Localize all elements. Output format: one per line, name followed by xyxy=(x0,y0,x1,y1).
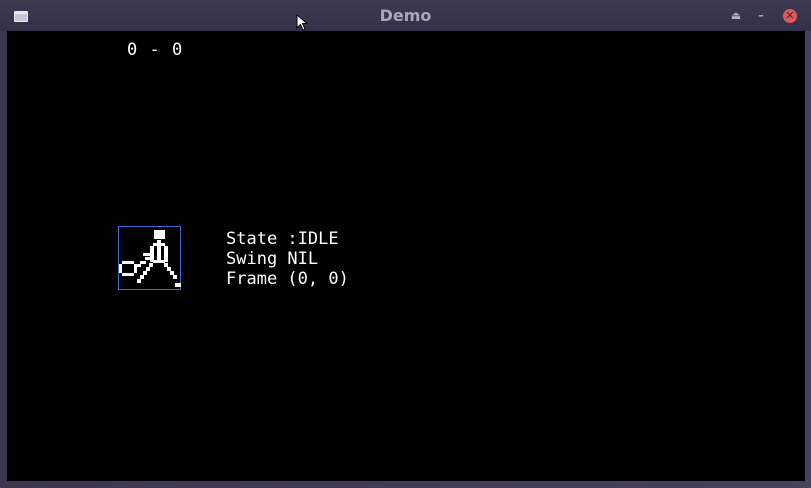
sprite-head xyxy=(154,230,165,239)
title-bar[interactable]: Demo ⏏ – ✕ xyxy=(0,0,811,31)
swing-text: Swing NIL xyxy=(226,249,319,269)
close-icon[interactable]: ✕ xyxy=(783,9,797,23)
tennis-player-sprite xyxy=(119,230,181,287)
shade-icon[interactable]: ⏏ xyxy=(729,9,743,23)
window-title: Demo xyxy=(379,6,432,25)
minimize-icon[interactable]: – xyxy=(754,9,768,23)
player-sprite-bbox xyxy=(118,226,181,290)
game-canvas[interactable]: 0 - 0 State:IDLE Swing NIL Frame (0, 0) xyxy=(7,31,805,481)
frame-text: Frame (0, 0) xyxy=(226,269,349,289)
sprite-neck xyxy=(157,240,161,243)
state-text: State :IDLE xyxy=(226,229,339,249)
app-window: Demo ⏏ – ✕ 0 - 0 State:IDLE Swing NIL F… xyxy=(0,0,811,488)
score-display: 0 - 0 xyxy=(127,40,184,60)
debug-status: State :IDLE Swing NIL Frame (0, 0) xyxy=(226,229,349,289)
mouse-pointer-icon xyxy=(296,14,308,31)
